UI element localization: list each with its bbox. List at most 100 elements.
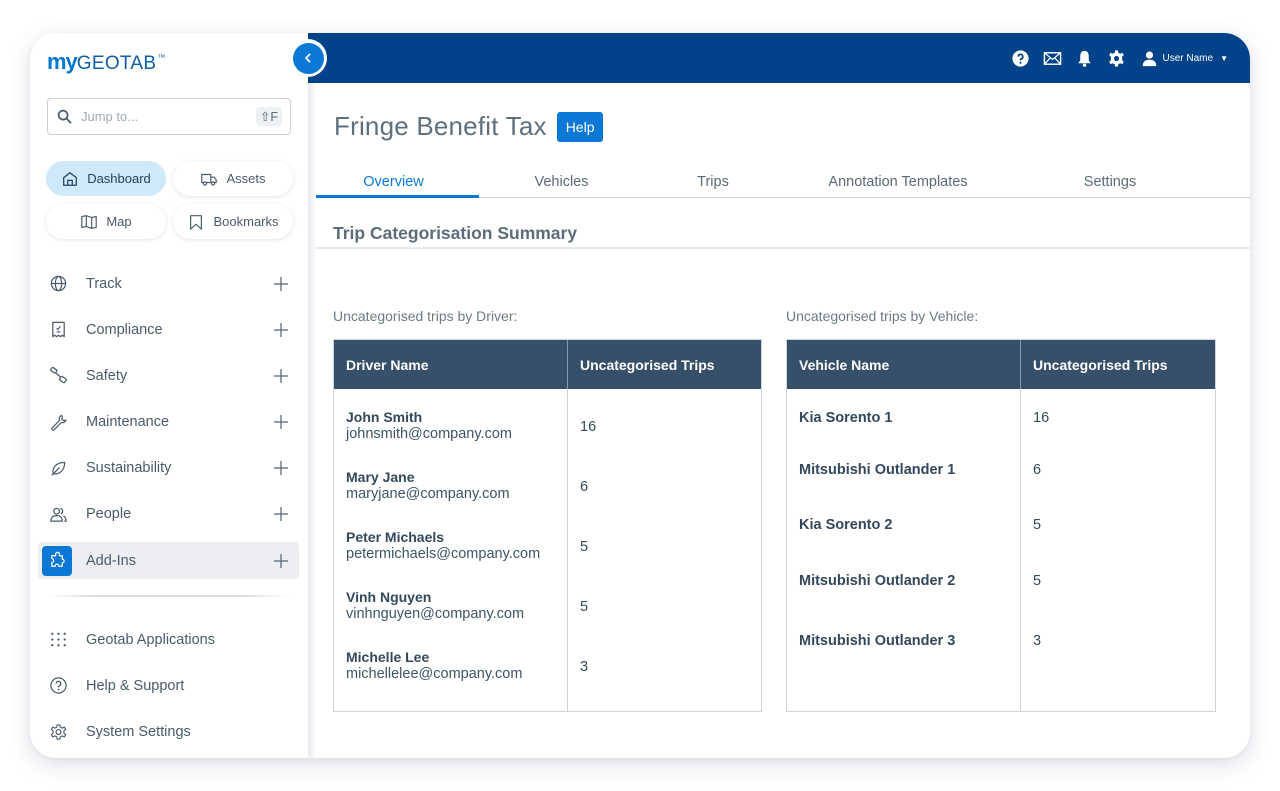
driver-email: maryjane@company.com (346, 486, 510, 502)
tab-annotation-templates[interactable]: Annotation Templates (782, 165, 1014, 198)
table-row[interactable]: Michelle Lee michellelee@company.com 3 (334, 649, 761, 682)
trip-count: 6 (1033, 462, 1042, 478)
vehicle-name: Mitsubishi Outlander 1 (799, 462, 956, 478)
driver-table-caption: Uncategorised trips by Driver: (333, 308, 518, 324)
map-icon (81, 214, 98, 229)
table-row[interactable]: Mitsubishi Outlander 3 3 (787, 633, 1215, 649)
quick-link-label: Map (106, 214, 132, 229)
column-header-driver-name[interactable]: Driver Name (334, 340, 568, 389)
trip-count: 5 (580, 599, 589, 615)
globe-icon (50, 275, 66, 292)
wrench-icon (50, 414, 67, 431)
table-header-row: Vehicle Name Uncategorised Trips (787, 340, 1215, 389)
mail-icon[interactable] (1043, 49, 1062, 68)
sidebar-item-geotab-applications[interactable]: Geotab Applications (48, 621, 288, 658)
leaf-icon (50, 461, 65, 476)
user-menu[interactable]: User Name ▼ (1141, 50, 1228, 67)
sidebar-item-label: Safety (86, 367, 128, 384)
sidebar-item-safety[interactable]: Safety (38, 357, 299, 394)
quick-link-label: Assets (226, 171, 266, 186)
vehicle-name: Mitsubishi Outlander 2 (799, 573, 956, 589)
logo-prefix: my (47, 49, 78, 74)
sidebar-item-label: Maintenance (86, 414, 170, 431)
quick-link-label: Bookmarks (213, 214, 279, 229)
table-row[interactable]: John Smith johnsmith@company.com 16 (334, 409, 761, 442)
table-row[interactable]: Kia Sorento 2 5 (787, 517, 1215, 533)
sidebar-item-system-settings[interactable]: System Settings (48, 714, 288, 751)
quick-links: Dashboard Assets Map Bookmarks (46, 161, 294, 239)
table-row[interactable]: Kia Sorento 1 16 (787, 410, 1215, 426)
trip-count: 16 (1033, 410, 1050, 426)
table-row[interactable]: Peter Michaels petermichaels@company.com … (334, 529, 761, 562)
people-icon (49, 507, 67, 522)
expand-plus-icon[interactable] (273, 553, 289, 569)
expand-plus-icon[interactable] (273, 460, 289, 476)
sidebar-item-track[interactable]: Track (38, 265, 299, 302)
collapse-sidebar-button[interactable] (289, 39, 327, 77)
sidebar-divider (48, 595, 290, 597)
help-circle-icon (49, 677, 67, 695)
trip-count: 5 (1033, 573, 1042, 589)
gear-icon (50, 723, 66, 740)
trip-count: 3 (580, 659, 589, 675)
sidebar-item-label: Sustainability (86, 460, 172, 477)
sidebar-item-label: People (86, 506, 132, 523)
driver-name: John Smith (346, 409, 423, 425)
driver-name: Mary Jane (346, 469, 415, 485)
gear-icon[interactable] (1107, 49, 1126, 68)
top-bar-tools: User Name ▼ (1011, 33, 1228, 83)
main-content: Fringe Benefit Tax Help Overview Vehicle… (308, 83, 1250, 758)
truck-icon (201, 173, 218, 186)
logo-brand: GEOTAB (76, 53, 157, 74)
receipt-check-icon (51, 321, 65, 338)
tab-trips[interactable]: Trips (644, 165, 782, 198)
column-header-uncategorised-trips[interactable]: Uncategorised Trips (1021, 340, 1215, 389)
search-icon (57, 109, 72, 124)
sidebar-edge-shadow (308, 83, 316, 758)
help-icon[interactable] (1011, 49, 1030, 68)
quick-link-map[interactable]: Map (46, 204, 166, 239)
table-row[interactable]: Vinh Nguyen vinhnguyen@company.com 5 (334, 589, 761, 622)
app-window: my GEOTAB ™ Jump to... ⇧F Dashboard Assets… (30, 33, 1250, 758)
expand-plus-icon[interactable] (273, 368, 289, 384)
sidebar-item-label: Track (86, 275, 122, 292)
tab-settings[interactable]: Settings (1014, 165, 1206, 198)
tab-overview[interactable]: Overview (308, 165, 479, 198)
expand-plus-icon[interactable] (273, 276, 289, 292)
quick-link-bookmarks[interactable]: Bookmarks (173, 204, 293, 239)
puzzle-icon (50, 551, 65, 567)
sidebar-item-sustainability[interactable]: Sustainability (38, 450, 299, 487)
quick-link-dashboard[interactable]: Dashboard (46, 161, 166, 196)
column-header-uncategorised-trips[interactable]: Uncategorised Trips (568, 340, 761, 389)
driver-table: Driver Name Uncategorised Trips John Smi… (333, 339, 762, 712)
quick-link-assets[interactable]: Assets (173, 161, 293, 196)
sidebar-item-add-ins[interactable]: Add-Ins (38, 542, 299, 580)
expand-plus-icon[interactable] (273, 414, 289, 430)
driver-email: vinhnguyen@company.com (346, 606, 525, 622)
expand-plus-icon[interactable] (273, 322, 289, 338)
tab-vehicles[interactable]: Vehicles (479, 165, 644, 198)
expand-plus-icon[interactable] (273, 506, 289, 522)
table-row[interactable]: Mary Jane maryjane@company.com 6 (334, 469, 761, 502)
table-row[interactable]: Mitsubishi Outlander 2 5 (787, 573, 1215, 589)
help-button[interactable]: Help (556, 111, 604, 142)
driver-email: petermichaels@company.com (346, 546, 541, 562)
trip-count: 16 (580, 419, 597, 435)
table-row[interactable]: Mitsubishi Outlander 1 6 (787, 462, 1215, 478)
sidebar-item-maintenance[interactable]: Maintenance (38, 404, 299, 441)
logo-trademark: ™ (157, 53, 166, 62)
caret-down-icon: ▼ (1220, 53, 1228, 63)
vehicle-name: Kia Sorento 1 (799, 410, 893, 426)
bell-icon[interactable] (1075, 49, 1094, 68)
sidebar-item-people[interactable]: People (38, 496, 299, 533)
column-header-vehicle-name[interactable]: Vehicle Name (787, 340, 1021, 389)
bookmark-icon (190, 214, 203, 230)
table-header-row: Driver Name Uncategorised Trips (334, 340, 761, 389)
driver-name: Vinh Nguyen (346, 589, 432, 605)
jump-to-search[interactable]: Jump to... ⇧F (47, 98, 291, 135)
sidebar-item-help-support[interactable]: Help & Support (48, 667, 288, 704)
search-placeholder: Jump to... (81, 109, 139, 124)
sidebar-item-compliance[interactable]: Compliance (38, 311, 299, 348)
grid-dots-icon (50, 632, 66, 647)
mygeotab-logo[interactable]: my GEOTAB ™ (47, 49, 165, 75)
